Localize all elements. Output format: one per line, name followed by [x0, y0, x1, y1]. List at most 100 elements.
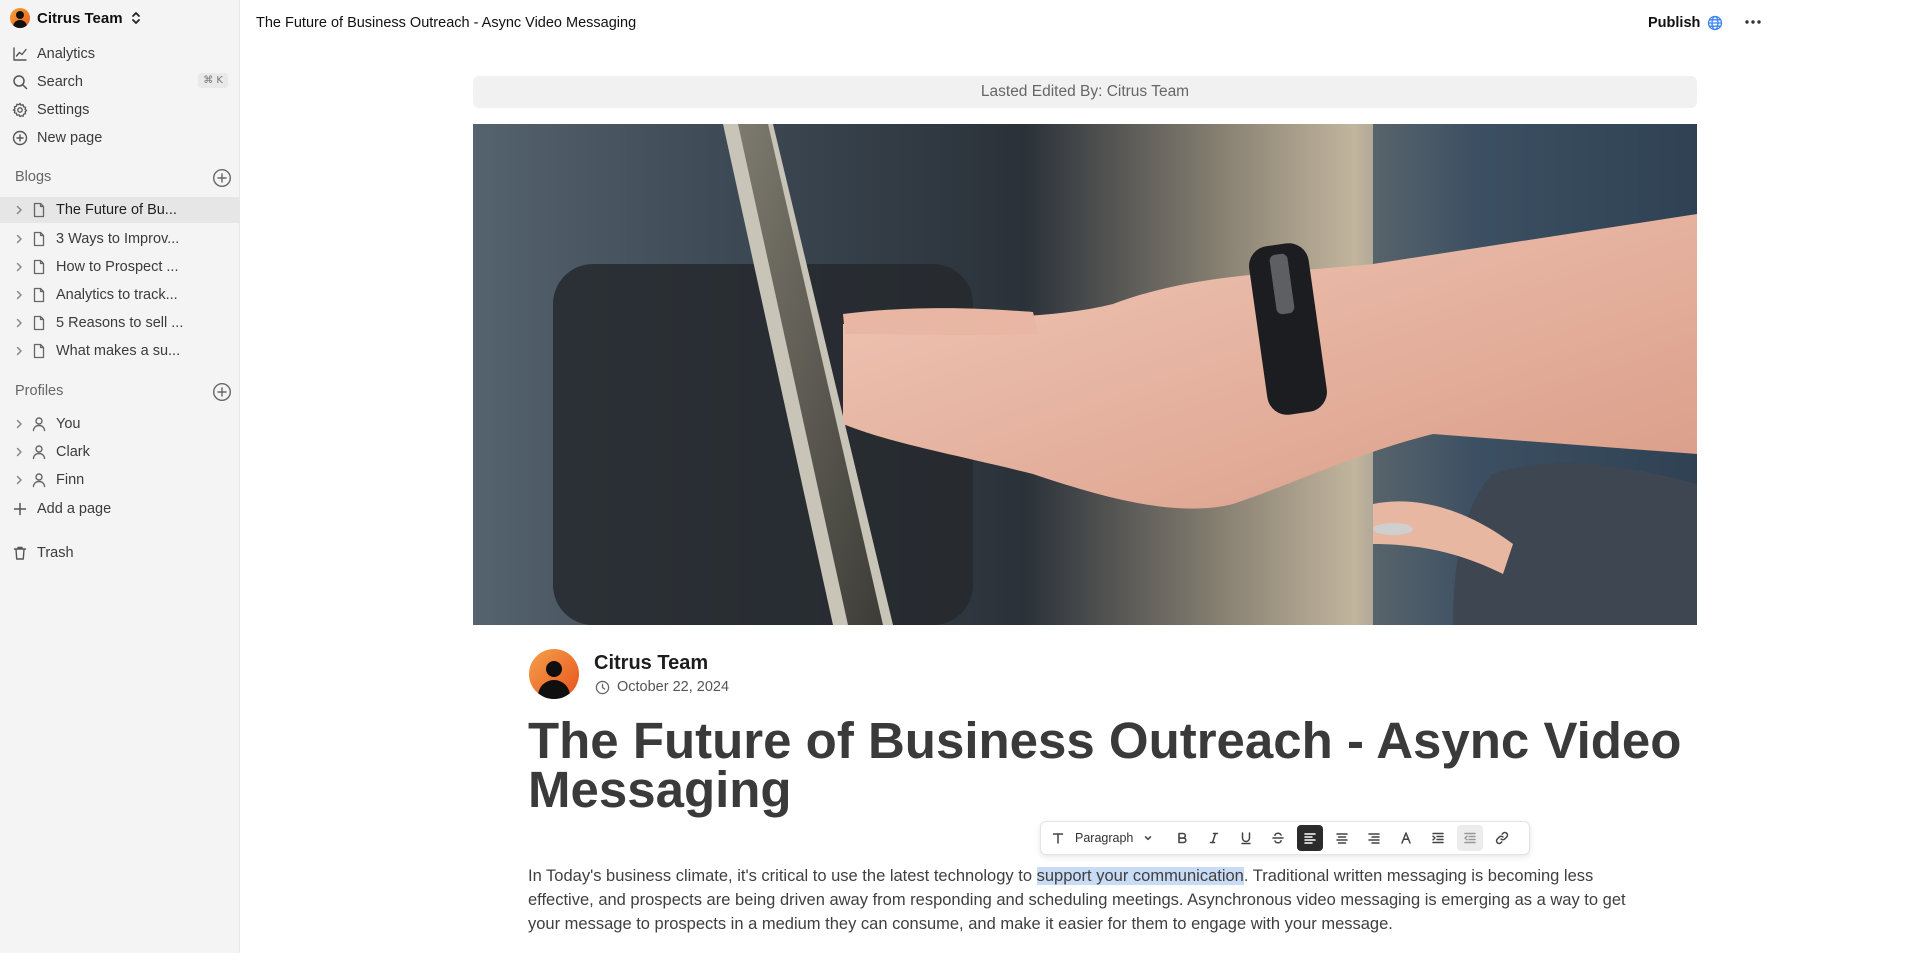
- outdent-icon: [1464, 832, 1477, 844]
- sidebar-item-profile[interactable]: Finn: [0, 467, 240, 493]
- sidebar-item-label: Clark: [56, 444, 90, 460]
- chart-line-icon: [13, 47, 27, 61]
- sidebar-item-label: What makes a su...: [56, 343, 181, 359]
- nav-settings-label: Settings: [37, 102, 90, 118]
- nav-new-page[interactable]: New page: [0, 125, 240, 151]
- text-format-toolbar: Paragraph: [1040, 821, 1530, 855]
- chevron-right-icon[interactable]: [13, 233, 25, 245]
- sidebar-item-blog[interactable]: How to Prospect ...: [0, 254, 240, 280]
- publish-label: Publish: [1648, 15, 1701, 31]
- link-button[interactable]: [1489, 825, 1515, 851]
- bold-button[interactable]: [1169, 825, 1195, 851]
- indent-icon: [1432, 832, 1445, 844]
- sidebar-item-label: You: [56, 416, 81, 432]
- chevron-right-icon[interactable]: [13, 317, 25, 329]
- sidebar-item-label: 5 Reasons to sell ...: [56, 315, 184, 331]
- align-left-icon: [1304, 833, 1317, 844]
- align-left-button[interactable]: [1297, 825, 1324, 851]
- sidebar-item-blog[interactable]: Analytics to track...: [0, 282, 240, 308]
- plus-circle-icon: [12, 130, 28, 146]
- post-date: October 22, 2024: [595, 679, 729, 695]
- nav-search-label: Search: [37, 74, 83, 90]
- outdent-button[interactable]: [1457, 825, 1484, 851]
- author-avatar: [529, 649, 579, 699]
- align-center-button[interactable]: [1329, 825, 1355, 851]
- chevron-right-icon[interactable]: [13, 345, 25, 357]
- chevron-right-icon[interactable]: [13, 289, 25, 301]
- document-icon: [33, 231, 45, 247]
- sidebar-item-label: Finn: [56, 472, 85, 488]
- block-type-label: Paragraph: [1075, 831, 1134, 845]
- chevron-down-icon: [1145, 836, 1152, 841]
- selected-text: support your communication: [1036, 867, 1244, 885]
- strikethrough-button[interactable]: [1265, 825, 1291, 851]
- gear-icon: [12, 102, 28, 118]
- sidebar-item-blog[interactable]: 5 Reasons to sell ...: [0, 310, 240, 336]
- page-title[interactable]: The Future of Business Outreach - Async …: [528, 715, 1718, 815]
- author-name: Citrus Team: [594, 652, 709, 674]
- search-icon: [13, 75, 28, 90]
- cover-photo-illustration: [473, 124, 1697, 625]
- search-shortcut: ⌘ K: [198, 73, 228, 88]
- globe-icon: [1708, 15, 1723, 31]
- publish-button[interactable]: Publish: [1648, 15, 1723, 31]
- paragraph-text-before: In Today's business climate, it's critic…: [528, 867, 1037, 885]
- add-page-button[interactable]: Add a page: [0, 496, 240, 522]
- document-icon: [33, 343, 45, 359]
- align-right-icon: [1368, 833, 1381, 844]
- nav-analytics-label: Analytics: [37, 46, 96, 62]
- user-icon: [32, 445, 46, 460]
- trash-button[interactable]: Trash: [0, 540, 240, 566]
- text-color-button[interactable]: [1393, 825, 1419, 851]
- sidebar-item-blog[interactable]: 3 Ways to Improv...: [0, 226, 240, 252]
- document-icon: [33, 287, 45, 303]
- sidebar-item-label: Analytics to track...: [56, 287, 178, 303]
- add-profile-icon[interactable]: [212, 382, 232, 402]
- workspace-avatar: [10, 8, 30, 28]
- text-type-icon: [1052, 833, 1064, 844]
- sidebar-item-profile[interactable]: Clark: [0, 439, 240, 465]
- align-right-button[interactable]: [1361, 825, 1387, 851]
- nav-search[interactable]: Search ⌘ K: [0, 69, 240, 95]
- more-options-icon[interactable]: [1742, 12, 1764, 32]
- body-paragraph[interactable]: In Today's business climate, it's critic…: [528, 864, 1648, 936]
- chevron-right-icon[interactable]: [13, 204, 25, 216]
- document-icon: [33, 259, 45, 275]
- sidebar-item-profile[interactable]: You: [0, 411, 240, 437]
- link-icon: [1496, 831, 1509, 845]
- nav-settings[interactable]: Settings: [0, 97, 240, 123]
- post-date-text: October 22, 2024: [617, 679, 730, 695]
- sidebar-item-blog[interactable]: What makes a su...: [0, 338, 240, 364]
- bold-icon: [1178, 832, 1187, 844]
- document-icon: [33, 315, 45, 331]
- add-blog-icon[interactable]: [212, 168, 232, 188]
- indent-button[interactable]: [1425, 825, 1451, 851]
- sidebar-item-label: How to Prospect ...: [56, 259, 179, 275]
- blogs-heading: Blogs: [15, 169, 52, 185]
- sidebar: Citrus Team Analytics Search ⌘ K Setting…: [0, 0, 240, 953]
- nav-analytics[interactable]: Analytics: [0, 41, 240, 67]
- italic-button[interactable]: [1201, 825, 1227, 851]
- trash-icon: [13, 546, 27, 560]
- underline-icon: [1241, 832, 1252, 845]
- block-type-dropdown[interactable]: Paragraph: [1051, 831, 1153, 845]
- sidebar-item-blog[interactable]: The Future of Bu...: [0, 197, 240, 223]
- workspace-switcher[interactable]: Citrus Team: [10, 6, 142, 30]
- chevron-right-icon[interactable]: [13, 261, 25, 273]
- underline-button[interactable]: [1233, 825, 1259, 851]
- sidebar-item-label: The Future of Bu...: [56, 202, 177, 218]
- profiles-heading: Profiles: [15, 383, 64, 399]
- workspace-name: Citrus Team: [37, 9, 123, 27]
- chevron-right-icon[interactable]: [13, 446, 25, 458]
- user-icon: [32, 417, 46, 432]
- font-color-icon: [1401, 832, 1412, 844]
- cover-image[interactable]: [473, 124, 1697, 625]
- chevron-right-icon[interactable]: [13, 418, 25, 430]
- plus-icon: [13, 502, 27, 516]
- italic-icon: [1210, 832, 1219, 844]
- nav-new-page-label: New page: [37, 130, 103, 146]
- document-icon: [33, 202, 45, 218]
- sidebar-item-label: 3 Ways to Improv...: [56, 231, 180, 247]
- chevron-updown-icon: [131, 12, 140, 24]
- chevron-right-icon[interactable]: [13, 474, 25, 486]
